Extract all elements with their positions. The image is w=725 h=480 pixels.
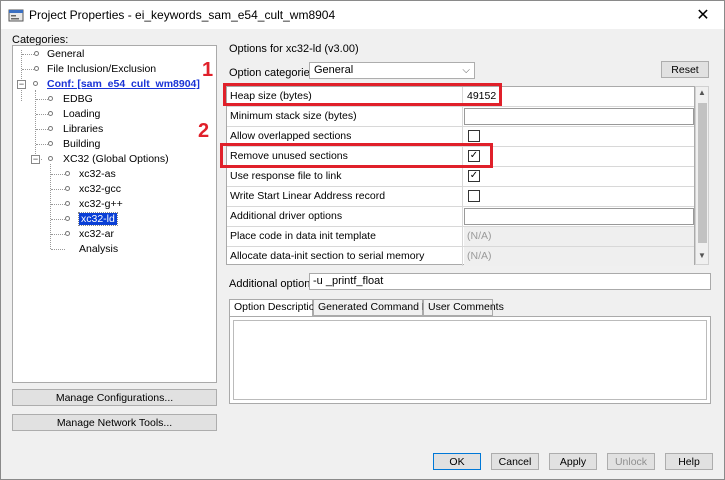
option-value-na: (N/A) bbox=[464, 227, 694, 246]
allow-overlapped-checkbox[interactable] bbox=[468, 130, 480, 142]
option-name: Additional driver options bbox=[227, 207, 463, 226]
cancel-button[interactable]: Cancel bbox=[491, 453, 539, 470]
tree-node-icon bbox=[34, 51, 39, 56]
option-value: ✓ bbox=[464, 167, 694, 186]
unlock-button[interactable]: Unlock bbox=[607, 453, 655, 470]
tree-item-building[interactable]: Building bbox=[61, 137, 102, 151]
tree-node-icon bbox=[65, 171, 70, 176]
additional-options-label: Additional options: bbox=[229, 278, 319, 290]
tree-node-icon bbox=[65, 186, 70, 191]
tree-node-icon bbox=[48, 96, 53, 101]
tree-item-general[interactable]: General bbox=[45, 47, 86, 61]
close-icon: ✕ bbox=[696, 7, 710, 24]
scroll-up-icon[interactable]: ▲ bbox=[698, 88, 706, 97]
option-value bbox=[464, 127, 694, 146]
option-row: Additional driver options bbox=[227, 207, 694, 227]
tree-item-analysis[interactable]: Analysis bbox=[77, 242, 120, 256]
tree-node-icon bbox=[65, 231, 70, 236]
tree-node-icon bbox=[48, 141, 53, 146]
option-name: Use response file to link bbox=[227, 167, 463, 186]
annotation-number-2: 2 bbox=[198, 120, 210, 142]
collapse-icon[interactable]: − bbox=[31, 155, 40, 164]
tree-item-xc32-ld[interactable]: xc32-ld bbox=[78, 212, 118, 226]
tree-item-xc32-as[interactable]: xc32-as bbox=[77, 167, 118, 181]
option-row: Use response file to link ✓ bbox=[227, 167, 694, 187]
annotation-box-1 bbox=[223, 83, 502, 106]
option-value: ✓ bbox=[464, 147, 694, 166]
tree-item-xc32-global[interactable]: XC32 (Global Options) bbox=[61, 152, 171, 166]
reset-button[interactable]: Reset bbox=[661, 61, 709, 78]
tree-node-icon bbox=[48, 156, 53, 161]
manage-network-tools-button[interactable]: Manage Network Tools... bbox=[12, 414, 217, 431]
tree-node-icon bbox=[48, 111, 53, 116]
tree-node-icon bbox=[65, 201, 70, 206]
tree-item-xc32-ar[interactable]: xc32-ar bbox=[77, 227, 116, 241]
tree-node-icon bbox=[65, 216, 70, 221]
option-name: Place code in data init template bbox=[227, 227, 463, 246]
help-button[interactable]: Help bbox=[665, 453, 713, 470]
option-row: Allocate data-init section to serial mem… bbox=[227, 247, 694, 267]
close-button[interactable]: ✕ bbox=[688, 5, 718, 25]
linear-address-checkbox[interactable] bbox=[468, 190, 480, 202]
app-icon bbox=[8, 9, 24, 22]
option-categories-select[interactable]: General ⌵ bbox=[309, 62, 475, 79]
options-grid: Heap size (bytes) 49152 Minimum stack si… bbox=[226, 86, 695, 267]
option-value bbox=[464, 187, 694, 206]
tree-item-xc32-gpp[interactable]: xc32-g++ bbox=[77, 197, 125, 211]
option-row: Minimum stack size (bytes) bbox=[227, 107, 694, 127]
driver-options-input[interactable] bbox=[464, 208, 694, 225]
chevron-down-icon: ⌵ bbox=[462, 65, 470, 76]
annotation-box-2 bbox=[220, 143, 493, 168]
tree-node-icon bbox=[48, 126, 53, 131]
option-value-na: (N/A) bbox=[464, 247, 694, 266]
option-name: Minimum stack size (bytes) bbox=[227, 107, 463, 126]
tree-item-edbg[interactable]: EDBG bbox=[61, 92, 95, 106]
tab-user-comments[interactable]: User Comments bbox=[423, 299, 504, 316]
option-row: Write Start Linear Address record bbox=[227, 187, 694, 207]
options-scrollbar[interactable]: ▲ ▼ bbox=[695, 86, 709, 265]
tab-option-description[interactable]: Option Description bbox=[229, 299, 320, 317]
tree-item-conf[interactable]: Conf: [sam_e54_cult_wm8904] bbox=[45, 77, 202, 91]
option-description-pane bbox=[229, 316, 711, 404]
option-row: Place code in data init template (N/A) bbox=[227, 227, 694, 247]
response-file-checkbox[interactable]: ✓ bbox=[468, 170, 480, 182]
scroll-down-icon[interactable]: ▼ bbox=[698, 251, 706, 260]
options-for-label: Options for xc32-ld (v3.00) bbox=[229, 43, 359, 55]
option-name: Allocate data-init section to serial mem… bbox=[227, 247, 463, 266]
tree-item-libraries[interactable]: Libraries bbox=[61, 122, 105, 136]
collapse-icon[interactable]: − bbox=[17, 80, 26, 89]
title-bar: Project Properties - ei_keywords_sam_e54… bbox=[1, 1, 724, 29]
ok-button[interactable]: OK bbox=[433, 453, 481, 470]
tree-item-xc32-gcc[interactable]: xc32-gcc bbox=[77, 182, 123, 196]
option-name: Write Start Linear Address record bbox=[227, 187, 463, 206]
project-properties-window: Project Properties - ei_keywords_sam_e54… bbox=[0, 0, 725, 480]
option-description-text bbox=[233, 320, 707, 400]
annotation-number-1: 1 bbox=[202, 59, 214, 81]
option-category-value: General bbox=[314, 64, 354, 76]
tab-generated-command-line[interactable]: Generated Command Line bbox=[313, 299, 442, 316]
scroll-thumb[interactable] bbox=[698, 103, 707, 243]
min-stack-size-input[interactable] bbox=[464, 108, 694, 125]
tree-node-icon bbox=[34, 66, 39, 71]
tree-node-icon bbox=[33, 81, 38, 86]
categories-tree: General File Inclusion/Exclusion − Conf:… bbox=[12, 45, 217, 383]
tree-item-loading[interactable]: Loading bbox=[61, 107, 102, 121]
manage-configurations-button[interactable]: Manage Configurations... bbox=[12, 389, 217, 406]
window-title: Project Properties - ei_keywords_sam_e54… bbox=[29, 8, 336, 22]
apply-button[interactable]: Apply bbox=[549, 453, 597, 470]
additional-options-input[interactable]: -u _printf_float bbox=[309, 273, 711, 290]
option-categories-label: Option categories: bbox=[229, 67, 319, 79]
tree-item-file-inclusion[interactable]: File Inclusion/Exclusion bbox=[45, 62, 158, 76]
